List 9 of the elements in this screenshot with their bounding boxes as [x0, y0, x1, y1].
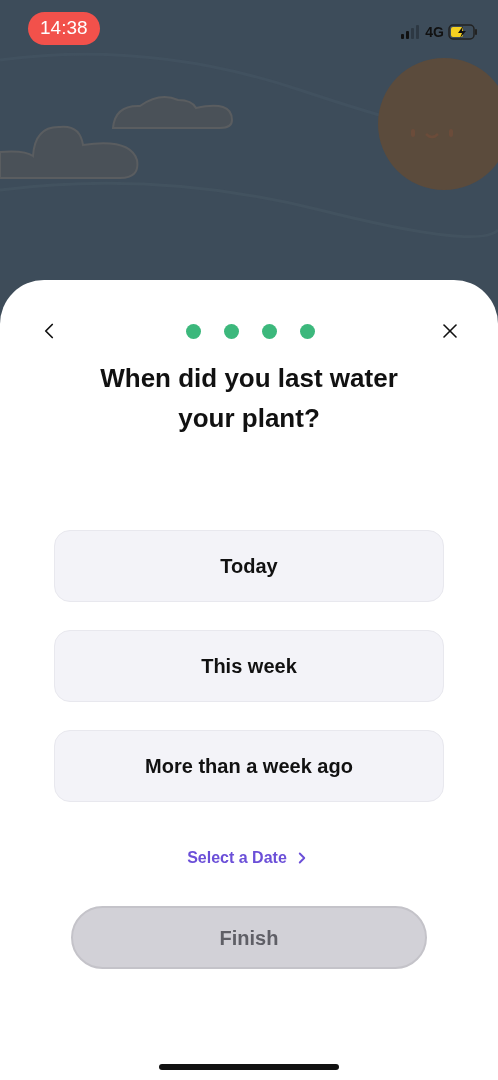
select-date-link[interactable]: Select a Date [187, 846, 311, 870]
answer-option[interactable]: More than a week ago [54, 730, 444, 802]
network-label: 4G [425, 22, 444, 42]
answer-option[interactable]: Today [54, 530, 444, 602]
status-time: 14:38 [28, 12, 100, 45]
answer-option[interactable]: This week [54, 630, 444, 702]
battery-charging-icon [448, 24, 478, 41]
signal-icon [401, 25, 422, 40]
question-title: When did you last water your plant? [99, 362, 399, 435]
